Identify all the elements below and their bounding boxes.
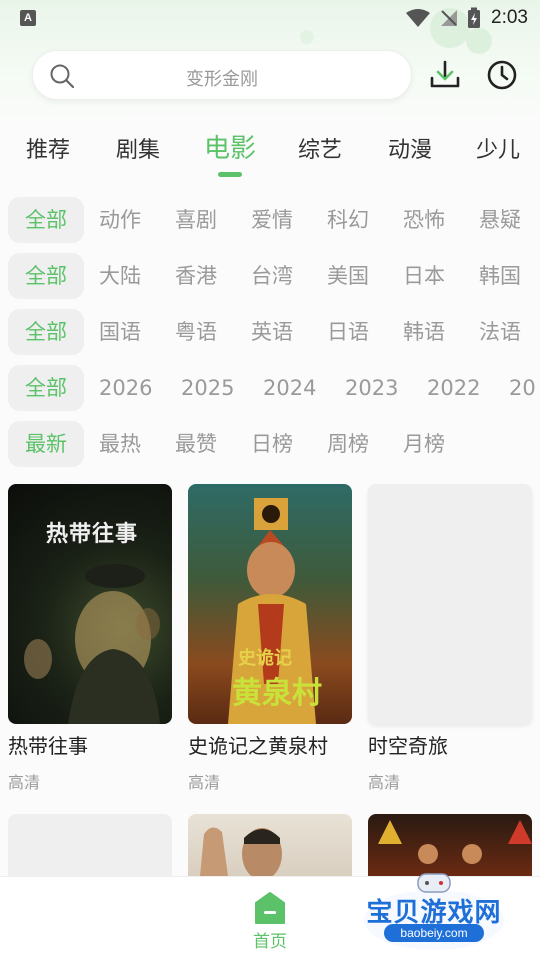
movie-title: 热带往事	[8, 734, 88, 758]
movie-poster-placeholder[interactable]	[368, 484, 532, 724]
notification-a-icon: A	[20, 10, 36, 26]
movie-card[interactable]	[188, 814, 352, 876]
tab-movies[interactable]: 电影	[204, 128, 256, 165]
filter-row-language: 全部 国语 粤语 英语 日语 韩语 法语	[0, 309, 540, 355]
movie-quality-tag: 高清	[368, 773, 401, 792]
filter-chip[interactable]: 周榜	[327, 421, 369, 467]
filter-chip-selected[interactable]: 全部	[8, 253, 84, 299]
tab-kids[interactable]: 少儿	[476, 132, 520, 164]
movie-quality-tag: 高清	[188, 773, 221, 792]
filter-chip[interactable]: 爱情	[251, 197, 293, 243]
filter-chip[interactable]: 2026	[99, 365, 152, 411]
poster-artwork	[200, 827, 282, 876]
poster-title-text: 热带往事	[46, 522, 139, 547]
movie-quality-tag: 高清	[8, 773, 41, 792]
filter-chip[interactable]: 日榜	[251, 421, 293, 467]
movie-title: 时空奇旅	[368, 734, 448, 758]
filter-chip[interactable]: 美国	[327, 253, 369, 299]
filter-chip[interactable]: 2024	[263, 365, 316, 411]
movie-title: 史诡记之黄泉村	[188, 734, 328, 758]
filter-row-sort: 最新 最热 最赞 日榜 周榜 月榜	[0, 421, 540, 467]
poster-subtitle-text: 史诡记	[238, 648, 292, 669]
filter-chip[interactable]: 喜剧	[175, 197, 217, 243]
movie-card[interactable]: 热带往事 热带往事 高清	[8, 484, 172, 793]
tab-variety[interactable]: 综艺	[298, 132, 342, 164]
filter-chip[interactable]: 2023	[345, 365, 398, 411]
movie-card[interactable]: 时空奇旅 高清	[368, 484, 532, 793]
filter-chip[interactable]: 英语	[251, 309, 293, 355]
filter-chip[interactable]: 2025	[181, 365, 234, 411]
status-bar: A 2:03	[0, 0, 540, 36]
watermark-logo: 宝贝游戏网 baobeiy.com	[358, 872, 510, 954]
filter-chip[interactable]: 2022	[427, 365, 480, 411]
filter-row-region: 全部 大陆 香港 台湾 美国 日本 韩国	[0, 253, 540, 299]
filter-chip-selected[interactable]: 全部	[8, 309, 84, 355]
movie-card[interactable]	[368, 814, 532, 876]
filter-chip[interactable]: 日语	[327, 309, 369, 355]
movie-card[interactable]: 史诡记 黄泉村 史诡记之黄泉村 高清	[188, 484, 352, 793]
movie-poster[interactable]: 热带往事	[8, 484, 172, 724]
movie-poster-placeholder[interactable]	[8, 814, 172, 876]
poster-title-text: 黄泉村	[232, 676, 322, 711]
search-placeholder: 变形金刚	[186, 69, 258, 90]
movie-poster[interactable]: 史诡记 黄泉村	[188, 484, 352, 724]
filter-chip-selected[interactable]: 最新	[8, 421, 84, 467]
history-clock-icon[interactable]	[485, 58, 519, 92]
search-bar[interactable]: 变形金刚	[32, 50, 412, 100]
filter-chip[interactable]: 韩国	[479, 253, 521, 299]
movie-poster[interactable]	[368, 814, 532, 876]
filter-chip[interactable]: 科幻	[327, 197, 369, 243]
filter-chip[interactable]: 台湾	[251, 253, 293, 299]
tab-series[interactable]: 剧集	[116, 132, 160, 164]
filter-chip[interactable]: 粤语	[175, 309, 217, 355]
status-time: 2:03	[491, 7, 528, 28]
filter-chip[interactable]: 月榜	[403, 421, 445, 467]
filter-chip[interactable]: 最热	[99, 421, 141, 467]
filter-chip-selected[interactable]: 全部	[8, 365, 84, 411]
filter-chip-selected[interactable]: 全部	[8, 197, 84, 243]
active-tab-indicator	[218, 172, 242, 177]
filter-chip[interactable]: 韩语	[403, 309, 445, 355]
filter-chip[interactable]: 大陆	[99, 253, 141, 299]
filter-chip[interactable]: 动作	[99, 197, 141, 243]
filter-chip[interactable]: 20	[509, 365, 536, 411]
category-tabs: 推荐 剧集 电影 综艺 动漫 少儿	[0, 128, 540, 174]
tab-recommend[interactable]: 推荐	[26, 132, 70, 164]
watermark-url: baobeiy.com	[384, 924, 484, 942]
filter-chip[interactable]: 最赞	[175, 421, 217, 467]
movie-card[interactable]	[8, 814, 172, 876]
filter-chip[interactable]: 恐怖	[403, 197, 445, 243]
filter-row-year: 全部 2026 2025 2024 2023 2022 20	[0, 365, 540, 411]
filter-chip[interactable]: 香港	[175, 253, 217, 299]
battery-charging-icon	[468, 7, 481, 28]
filter-chip[interactable]: 法语	[479, 309, 521, 355]
wifi-icon	[406, 9, 431, 27]
no-signal-icon	[441, 10, 458, 26]
filter-chip[interactable]: 悬疑	[479, 197, 521, 243]
filter-chip[interactable]: 国语	[99, 309, 141, 355]
poster-artwork	[378, 820, 532, 864]
movie-poster[interactable]	[188, 814, 352, 876]
download-icon[interactable]	[428, 58, 462, 92]
home-icon[interactable]	[254, 891, 286, 925]
filter-row-genre: 全部 动作 喜剧 爱情 科幻 恐怖 悬疑	[0, 197, 540, 243]
filter-chip[interactable]: 日本	[403, 253, 445, 299]
tab-anime[interactable]: 动漫	[388, 132, 432, 164]
